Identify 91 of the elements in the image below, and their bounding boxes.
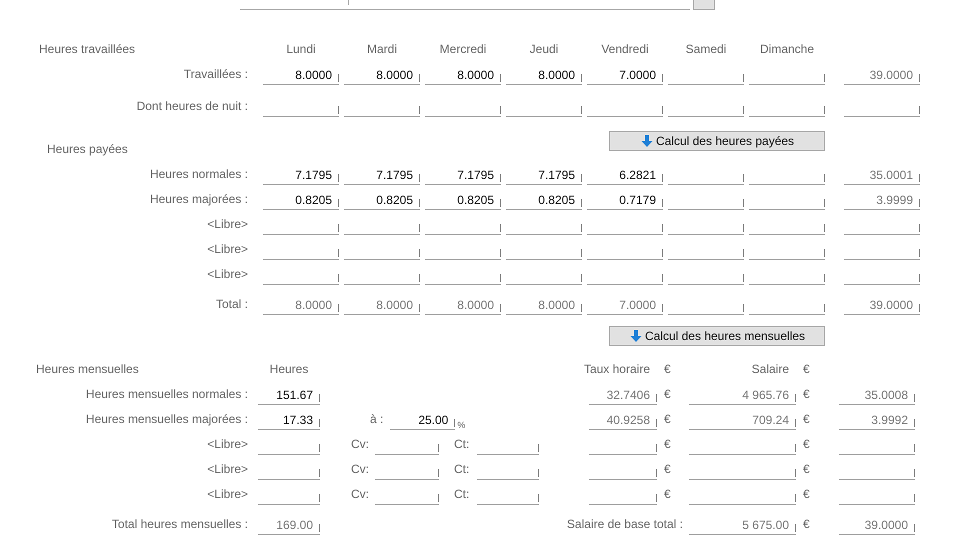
- input-field[interactable]: 4 965.76: [689, 385, 796, 405]
- input-field[interactable]: 3.9992: [839, 410, 915, 430]
- input-field[interactable]: 17.33: [258, 410, 320, 430]
- field-label: Cv:: [350, 437, 369, 453]
- input-field[interactable]: 7.1795: [344, 165, 420, 185]
- currency-label: €: [663, 412, 672, 428]
- input-field[interactable]: 151.67: [258, 385, 320, 405]
- input-field[interactable]: 0.8205: [425, 190, 501, 210]
- row-label: <Libre>: [207, 487, 249, 503]
- field-label: à :: [369, 412, 384, 428]
- input-field[interactable]: 8.0000: [344, 295, 420, 315]
- input-field[interactable]: 0.8205: [344, 190, 420, 210]
- row-label: <Libre>: [207, 217, 249, 233]
- column-header: Mercredi: [440, 42, 486, 58]
- row-label: Dont heures de nuit :: [136, 99, 249, 115]
- currency-label: €: [802, 362, 811, 378]
- input-field[interactable]: 7.0000: [587, 295, 663, 315]
- row-label: <Libre>: [207, 267, 249, 283]
- calculate-button[interactable]: Calcul des heures payées: [609, 131, 825, 151]
- input-field[interactable]: 169.00: [258, 515, 320, 535]
- currency-label: €: [663, 362, 672, 378]
- schedule-field[interactable]: [240, 0, 690, 10]
- column-header: Jeudi: [530, 42, 558, 58]
- row-label: <Libre>: [207, 437, 249, 453]
- input-field[interactable]: 8.0000: [263, 295, 339, 315]
- input-field[interactable]: 39.0000: [844, 295, 920, 315]
- input-field[interactable]: 39.0000: [839, 515, 915, 535]
- currency-label: €: [663, 487, 672, 503]
- input-field[interactable]: 8.0000: [425, 295, 501, 315]
- currency-label: €: [802, 517, 811, 533]
- field-label: Ct:: [453, 437, 470, 453]
- input-field[interactable]: 8.0000: [344, 65, 420, 85]
- field-label: Cv:: [350, 487, 369, 503]
- input-field[interactable]: 3.9999: [844, 190, 920, 210]
- input-field[interactable]: 5 675.00: [689, 515, 796, 535]
- input-field[interactable]: 40.9258: [589, 410, 657, 430]
- input-field[interactable]: 32.7406: [589, 385, 657, 405]
- input-field[interactable]: 25.00: [390, 410, 456, 430]
- currency-label: €: [802, 462, 811, 478]
- section-title: Heures payées: [46, 142, 129, 158]
- input-field[interactable]: 39.0000: [844, 65, 920, 85]
- input-field[interactable]: 8.0000: [263, 65, 339, 85]
- column-header: Heures: [270, 362, 308, 378]
- section-title: Heures mensuelles: [35, 362, 140, 378]
- currency-label: €: [663, 387, 672, 403]
- column-header: Samedi: [686, 42, 726, 58]
- dropdown-button[interactable]: [693, 0, 715, 10]
- row-label: Travaillées :: [184, 67, 249, 83]
- row-label: <Libre>: [207, 242, 249, 258]
- down-arrow-icon: [628, 329, 643, 343]
- column-header: Lundi: [286, 42, 316, 58]
- row-label: Heures mensuelles normales :: [86, 387, 249, 403]
- input-field[interactable]: 0.8205: [506, 190, 582, 210]
- row-label: Heures mensuelles majorées :: [86, 412, 249, 428]
- input-field[interactable]: 35.0001: [844, 165, 920, 185]
- column-header: Mardi: [366, 42, 397, 58]
- field-label: Ct:: [453, 487, 470, 503]
- currency-label: €: [802, 412, 811, 428]
- input-field[interactable]: 8.0000: [425, 65, 501, 85]
- currency-label: €: [802, 387, 811, 403]
- percent-label: %: [456, 420, 466, 430]
- row-label: Total :: [216, 297, 249, 313]
- row-label: <Libre>: [207, 462, 249, 478]
- input-field[interactable]: 8.0000: [506, 65, 582, 85]
- currency-label: €: [663, 462, 672, 478]
- row-label: Salaire de base total :: [566, 517, 684, 533]
- row-label: Heures normales :: [150, 167, 249, 183]
- currency-label: €: [802, 487, 811, 503]
- input-field[interactable]: 0.7179: [587, 190, 663, 210]
- down-arrow-icon: [640, 134, 654, 148]
- input-field[interactable]: 7.0000: [587, 65, 663, 85]
- row-label: Heures majorées :: [150, 192, 249, 208]
- input-field[interactable]: 0.8205: [263, 190, 339, 210]
- input-field[interactable]: 8.0000: [506, 295, 582, 315]
- calculate-button[interactable]: Calcul des heures mensuelles: [609, 326, 825, 346]
- field-label: Ct:: [453, 462, 470, 478]
- column-header: Taux horaire: [584, 362, 651, 378]
- field-label: Cv:: [350, 462, 369, 478]
- input-field[interactable]: 35.0008: [839, 385, 915, 405]
- input-field[interactable]: 7.1795: [263, 165, 339, 185]
- column-header: Salaire: [752, 362, 790, 378]
- currency-label: €: [663, 437, 672, 453]
- input-field[interactable]: 7.1795: [506, 165, 582, 185]
- input-field[interactable]: 709.24: [689, 410, 796, 430]
- currency-label: €: [802, 437, 811, 453]
- column-header: Vendredi: [601, 42, 649, 58]
- row-label: Total heures mensuelles :: [112, 517, 249, 533]
- column-header: Dimanche: [760, 42, 814, 58]
- section-title: Heures travaillées: [38, 42, 136, 58]
- input-field[interactable]: 7.1795: [425, 165, 501, 185]
- input-field[interactable]: 6.2821: [587, 165, 663, 185]
